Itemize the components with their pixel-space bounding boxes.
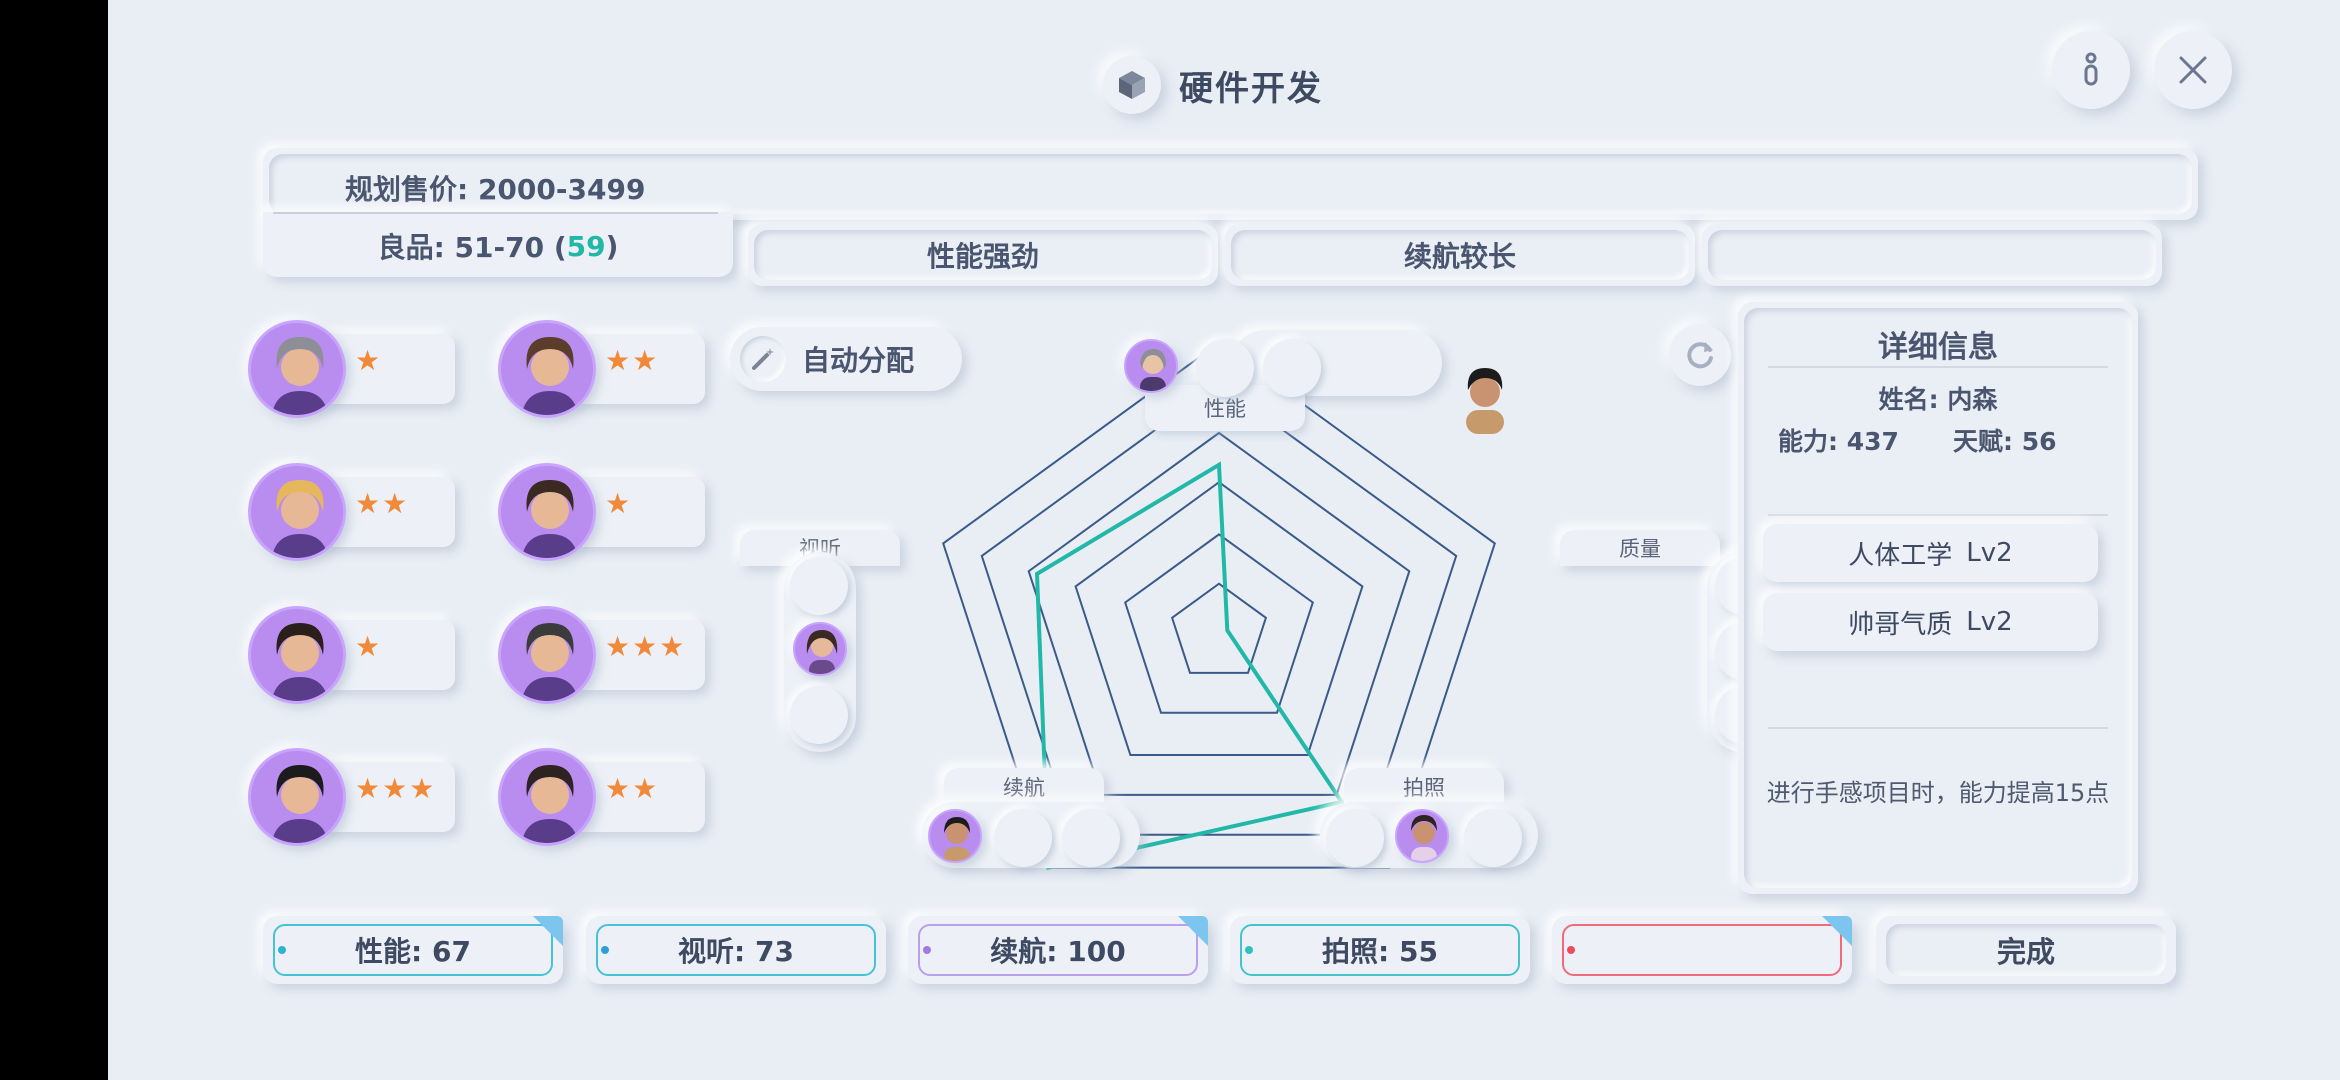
radar-grid-ring (1170, 582, 1268, 674)
detail-talent: 天赋: 56 (1953, 427, 2057, 456)
stat-dot (1245, 946, 1253, 954)
quality-stat-label: 质量 (1619, 537, 1661, 561)
camera-label-box: 拍照 (1344, 768, 1504, 806)
audio-slot-1[interactable] (790, 557, 848, 615)
corner-marker (1822, 916, 1852, 946)
done-button[interactable]: 完成 (1876, 916, 2176, 984)
audio-slot-3[interactable] (790, 686, 848, 744)
performance-slot-3[interactable] (1263, 339, 1321, 397)
camera-slot-3[interactable] (1464, 809, 1522, 867)
detail-title: 详细信息 (1878, 330, 1998, 365)
stat-value: 视听: 73 (596, 924, 876, 976)
battery-label: 续航 (1003, 776, 1045, 800)
stat-dot (278, 946, 286, 954)
refresh-icon (1687, 342, 1713, 369)
stat-value: 续航: 100 (918, 924, 1198, 976)
selected-employee-figure[interactable] (1454, 362, 1516, 434)
battery-slot-2[interactable] (994, 809, 1052, 867)
app-window: 硬件开发 规划售价: 2000-3499 良品: 51-70 (59) 性能强劲… (108, 0, 2340, 1080)
detail-name: 姓名: 内森 (1878, 385, 1998, 414)
skill-item: 人体工学 Lv2 (1763, 524, 2098, 582)
stat-box: 视听: 73 (586, 916, 886, 984)
corner-marker (533, 916, 563, 946)
camera-slot-1[interactable] (1326, 809, 1384, 867)
corner-marker (1178, 916, 1208, 946)
stat-box (1552, 916, 1852, 984)
assigned-avatar-battery[interactable] (928, 809, 982, 863)
stat-box: 拍照: 55 (1230, 916, 1530, 984)
stat-value (1562, 924, 1842, 976)
detail-description: 进行手感项目时，能力提高15点 (1766, 779, 2110, 807)
detail-ability: 能力: 437 (1778, 427, 1899, 456)
battery-slot-3[interactable] (1062, 809, 1120, 867)
stat-value: 性能: 67 (273, 924, 553, 976)
battery-label-box: 续航 (944, 768, 1104, 806)
stat-dot (923, 946, 931, 954)
quality-label-box: 质量 (1560, 530, 1720, 566)
stat-dot (1567, 946, 1575, 954)
stat-dot (601, 946, 609, 954)
radar-grid-ring (1124, 533, 1314, 714)
assigned-avatar-performance[interactable] (1124, 339, 1178, 393)
stat-value: 拍照: 55 (1240, 924, 1520, 976)
performance-slot-2[interactable] (1196, 339, 1254, 397)
refresh-button[interactable] (1669, 324, 1731, 386)
assigned-avatar-camera[interactable] (1395, 809, 1449, 863)
skill-item: 帅哥气质 Lv2 (1763, 593, 2098, 651)
stat-box: 续航: 100 (908, 916, 1208, 984)
camera-label: 拍照 (1403, 776, 1445, 800)
stat-box: 性能: 67 (263, 916, 563, 984)
assigned-avatar-audio[interactable] (793, 622, 847, 676)
